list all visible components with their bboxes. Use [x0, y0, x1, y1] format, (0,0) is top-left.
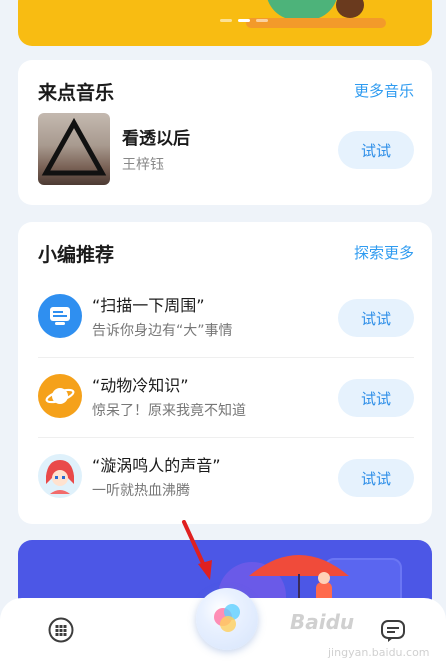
music-section-title: 来点音乐	[38, 82, 115, 104]
music-card: 来点音乐 更多音乐 看透以后 王梓钰 试试	[18, 60, 432, 205]
page-dot-active	[238, 19, 250, 22]
page-dot	[220, 19, 232, 22]
explore-more-link[interactable]: 探索更多	[354, 242, 414, 263]
try-animal-facts-button[interactable]: 试试	[338, 379, 414, 417]
try-naruto-voice-button[interactable]: 试试	[338, 459, 414, 497]
character-avatar	[38, 454, 82, 498]
watermark-logo: Baidu	[290, 610, 355, 634]
recommend-item-subtitle: 惊呆了！原来我竟不知道	[92, 403, 246, 419]
recommend-item-title: “扫描一下周围”	[92, 296, 205, 315]
recommend-item-subtitle: 告诉你身边有“大”事情	[92, 323, 233, 339]
voice-assistant-orb[interactable]	[196, 588, 258, 650]
more-music-link[interactable]: 更多音乐	[354, 80, 414, 101]
recommend-section-title: 小编推荐	[38, 244, 115, 266]
try-scan-button[interactable]: 试试	[338, 299, 414, 337]
banner-illustration-head	[336, 0, 364, 18]
recommend-item-naruto-voice[interactable]: “漩涡鸣人的声音” 一听就热血沸腾 试试	[18, 438, 432, 518]
banner-illustration	[266, 0, 338, 20]
annotation-arrow-icon	[182, 520, 212, 580]
recommend-item-scan[interactable]: “扫描一下周围” 告诉你身边有“大”事情 试试	[18, 278, 432, 358]
top-banner[interactable]	[18, 0, 432, 46]
song-name: 看透以后	[122, 129, 190, 149]
page-dot	[256, 19, 268, 22]
scan-icon	[38, 294, 82, 338]
song-artist: 王梓钰	[122, 157, 164, 173]
apps-grid-icon[interactable]	[48, 617, 74, 643]
recommend-item-animal-facts[interactable]: “动物冷知识” 惊呆了！原来我竟不知道 试试	[18, 358, 432, 438]
album-cover[interactable]	[38, 113, 110, 185]
watermark-url: jingyan.baidu.com	[328, 646, 430, 659]
album-triangle-icon	[41, 117, 107, 176]
planet-icon	[38, 374, 82, 418]
recommend-item-title: “动物冷知识”	[92, 376, 189, 395]
recommend-card: 小编推荐 探索更多 “扫描一下周围” 告诉你身边有“大”事情 试试 “动物冷知识…	[18, 222, 432, 524]
banner-page-indicator	[220, 19, 268, 22]
recommend-item-title: “漩涡鸣人的声音”	[92, 456, 221, 475]
recommend-item-subtitle: 一听就热血沸腾	[92, 483, 190, 499]
try-song-button[interactable]: 试试	[338, 131, 414, 169]
chat-icon[interactable]	[380, 618, 406, 644]
orb-color-blob	[220, 616, 236, 632]
